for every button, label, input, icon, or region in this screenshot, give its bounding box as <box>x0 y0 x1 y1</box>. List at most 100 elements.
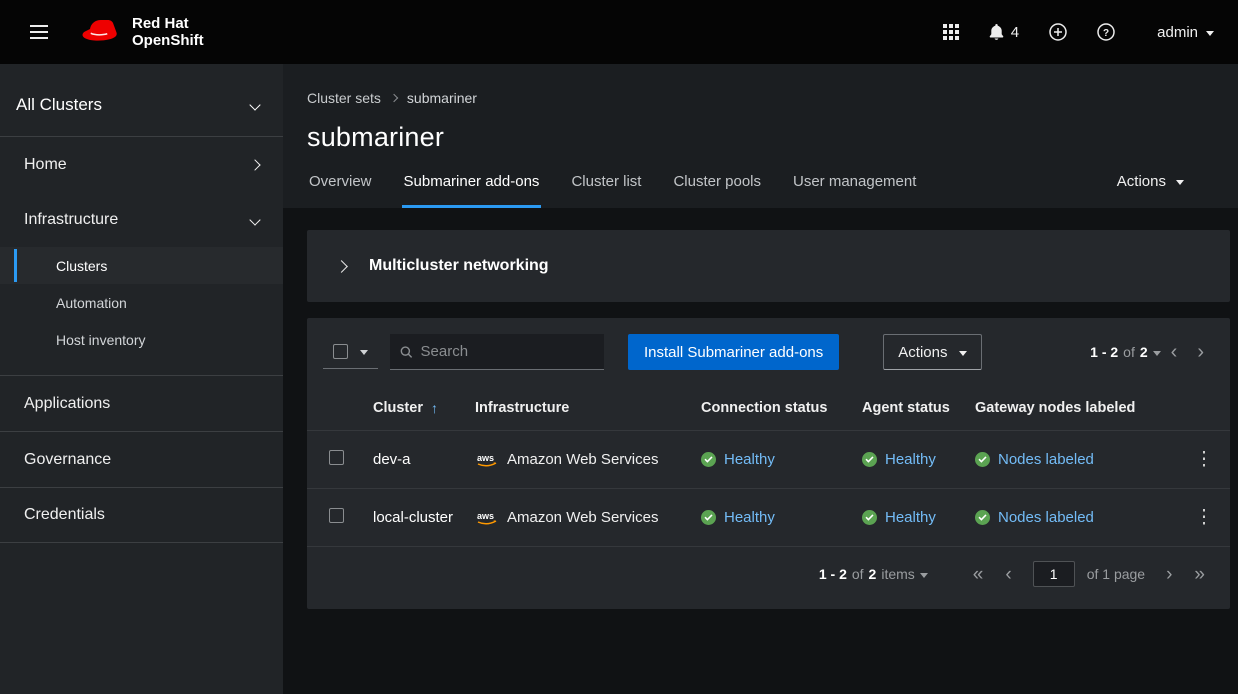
sidebar-item-label: Automation <box>56 295 127 311</box>
breadcrumb-separator-icon <box>390 94 398 102</box>
pager: « ‹ of 1 page › » <box>964 561 1214 587</box>
search-icon <box>400 345 413 359</box>
row-kebab-menu[interactable]: ⋮ <box>1187 504 1222 531</box>
infrastructure-label: Amazon Web Services <box>507 451 658 468</box>
toolbar-actions-dropdown[interactable]: Actions <box>883 334 982 370</box>
current-page-input[interactable] <box>1033 561 1075 587</box>
app-launcher-grid-icon <box>943 24 959 40</box>
sidebar-item-infrastructure[interactable]: Infrastructure <box>0 192 283 247</box>
actions-label: Actions <box>898 344 947 361</box>
agent-status-cell: Healthy <box>862 451 959 468</box>
prev-page-button[interactable]: ‹ <box>996 565 1020 584</box>
notifications-button[interactable]: 4 <box>989 24 1019 41</box>
top-prev-page-button[interactable]: ‹ <box>1161 342 1188 362</box>
tab-cluster-list[interactable]: Cluster list <box>569 173 643 208</box>
table-toolbar: Install Submariner add-ons Actions 1 - 2… <box>307 318 1230 386</box>
breadcrumb-current: submariner <box>407 90 477 106</box>
sidebar-item-label: Clusters <box>56 258 107 274</box>
column-header-connection-status: Connection status <box>693 386 854 431</box>
expand-toggle-button[interactable] <box>323 248 359 284</box>
tab-user-management[interactable]: User management <box>791 173 918 208</box>
gateway-nodes-link[interactable]: Nodes labeled <box>998 451 1094 468</box>
first-page-button[interactable]: « <box>964 565 993 584</box>
app-launcher-button[interactable] <box>943 24 959 40</box>
agent-status-link[interactable]: Healthy <box>885 451 936 468</box>
multicluster-networking-card: Multicluster networking <box>307 230 1230 302</box>
breadcrumb-link-cluster-sets[interactable]: Cluster sets <box>307 90 381 106</box>
sidebar-item-host-inventory[interactable]: Host inventory <box>0 321 283 358</box>
bulk-select-dropdown[interactable] <box>323 335 378 369</box>
check-circle-icon <box>862 510 877 525</box>
question-circle-icon: ? <box>1097 23 1115 41</box>
gateway-nodes-link[interactable]: Nodes labeled <box>998 509 1094 526</box>
search-box <box>390 334 604 370</box>
redhat-openshift-logo: Red Hat OpenShift <box>80 15 204 50</box>
pagination-total: 2 <box>1140 344 1148 360</box>
help-button[interactable]: ? <box>1097 23 1115 41</box>
install-submariner-button[interactable]: Install Submariner add-ons <box>628 334 839 370</box>
column-header-agent-status: Agent status <box>854 386 967 431</box>
pagination-total: 2 <box>869 566 877 582</box>
connection-status-cell: Healthy <box>701 451 846 468</box>
main-content: Cluster sets submariner submariner Overv… <box>283 64 1238 694</box>
sidebar-item-label: Applications <box>24 395 110 413</box>
infrastructure-cell: aws Amazon Web Services <box>475 509 685 526</box>
plus-circle-icon <box>1049 23 1067 41</box>
sidebar-item-automation[interactable]: Automation <box>0 284 283 321</box>
sidebar-item-clusters[interactable]: Clusters <box>0 247 283 284</box>
svg-text:?: ? <box>1103 28 1109 39</box>
aws-icon: aws <box>475 452 499 467</box>
page-title: submariner <box>307 122 1214 153</box>
brand-line-2: OpenShift <box>132 32 204 49</box>
masthead: Red Hat OpenShift 4 <box>0 0 1238 64</box>
next-page-button[interactable]: › <box>1157 565 1181 584</box>
agent-status-link[interactable]: Healthy <box>885 509 936 526</box>
submariner-addons-table: Cluster ↑ Infrastructure Connection stat… <box>307 386 1230 546</box>
page-actions-dropdown[interactable]: Actions <box>1117 173 1184 208</box>
connection-status-link[interactable]: Healthy <box>724 451 775 468</box>
row-kebab-menu[interactable]: ⋮ <box>1187 446 1222 473</box>
search-input[interactable] <box>421 343 594 360</box>
sidebar-item-label: Host inventory <box>56 332 145 348</box>
gateway-nodes-cell: Nodes labeled <box>975 509 1170 526</box>
last-page-button[interactable]: » <box>1185 565 1214 584</box>
sidebar: All Clusters Home Infrastructure Cluster… <box>0 64 283 694</box>
agent-status-cell: Healthy <box>862 509 959 526</box>
tab-cluster-pools[interactable]: Cluster pools <box>671 173 763 208</box>
top-pagination-menu[interactable]: 1 - 2 of 2 <box>1090 344 1161 360</box>
sidebar-item-label: Credentials <box>24 506 105 524</box>
notification-count-badge: 4 <box>1011 24 1019 41</box>
chevron-down-icon <box>920 573 928 582</box>
expandable-section-title: Multicluster networking <box>369 257 549 275</box>
page-header: Cluster sets submariner submariner Overv… <box>283 64 1238 208</box>
top-next-page-button[interactable]: › <box>1187 342 1214 362</box>
user-menu-button[interactable]: admin <box>1157 24 1214 41</box>
nav-toggle-button[interactable] <box>24 19 54 45</box>
connection-status-link[interactable]: Healthy <box>724 509 775 526</box>
sort-ascending-icon: ↑ <box>431 400 438 416</box>
sidebar-item-home[interactable]: Home <box>0 137 283 192</box>
check-circle-icon <box>862 452 877 467</box>
tab-submariner-add-ons[interactable]: Submariner add-ons <box>402 173 542 208</box>
sort-by-cluster-button[interactable]: Cluster ↑ <box>373 400 438 416</box>
select-all-checkbox[interactable] <box>333 344 348 359</box>
bottom-pagination-menu[interactable]: 1 - 2 of 2 items <box>819 566 928 582</box>
perspective-switcher[interactable]: All Clusters <box>0 64 283 137</box>
sidebar-item-applications[interactable]: Applications <box>0 375 283 431</box>
check-circle-icon <box>975 452 990 467</box>
cluster-name-cell: local-cluster <box>353 489 467 547</box>
sidebar-item-governance[interactable]: Governance <box>0 431 283 487</box>
row-checkbox[interactable] <box>329 508 344 523</box>
chevron-down-icon <box>959 351 967 360</box>
svg-text:aws: aws <box>477 511 494 521</box>
tab-overview[interactable]: Overview <box>307 173 374 208</box>
column-header-gateway-nodes-labeled: Gateway nodes labeled <box>967 386 1178 431</box>
row-checkbox[interactable] <box>329 450 344 465</box>
sidebar-item-credentials[interactable]: Credentials <box>0 487 283 543</box>
sidebar-item-label: Home <box>24 156 67 174</box>
masthead-actions: 4 ? admin <box>943 23 1214 41</box>
table-row: local-cluster aws Amazon Web Services <box>307 489 1230 547</box>
breadcrumb: Cluster sets submariner <box>307 90 1214 106</box>
create-resource-button[interactable] <box>1049 23 1067 41</box>
chevron-down-icon <box>249 99 260 110</box>
